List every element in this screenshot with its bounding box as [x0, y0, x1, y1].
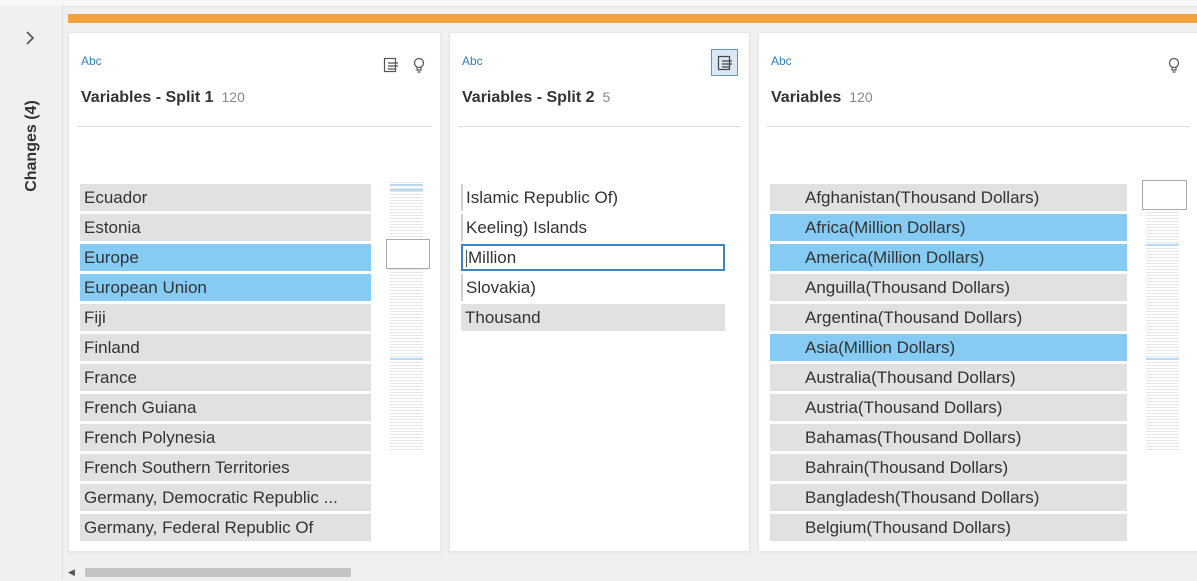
field-title[interactable]: Variables [771, 89, 841, 106]
value-row-selected[interactable]: Africa(Million Dollars) [770, 214, 1127, 241]
value-row[interactable]: Australia(Thousand Dollars) [770, 364, 1127, 391]
value-row[interactable]: Belgium(Thousand Dollars) [770, 514, 1127, 541]
header-divider [77, 126, 432, 127]
field-title[interactable]: Variables - Split 1 [81, 89, 214, 106]
recommendation-bulb-icon[interactable] [1162, 53, 1186, 77]
value-row[interactable]: Austria(Thousand Dollars) [770, 394, 1127, 421]
value-row[interactable]: Fiji [80, 304, 371, 331]
value-row[interactable]: Bahrain(Thousand Dollars) [770, 454, 1127, 481]
changes-panel-toggle[interactable]: Changes (4) [23, 100, 41, 192]
horizontal-scroll-thumb[interactable] [85, 568, 351, 577]
recommendation-bulb-icon[interactable] [407, 53, 431, 77]
split-icon-active[interactable] [711, 49, 738, 76]
header-divider [458, 126, 741, 127]
value-row-selected[interactable]: America(Million Dollars) [770, 244, 1127, 271]
distinct-count: 120 [849, 89, 873, 105]
minimap-selection-mark [1146, 244, 1179, 246]
value-row[interactable]: French Guiana [80, 394, 371, 421]
value-row[interactable]: Keeling) Islands [461, 214, 725, 241]
value-row[interactable]: France [80, 364, 371, 391]
minimap-selection-mark [390, 184, 423, 186]
value-row[interactable]: Islamic Republic Of) [461, 184, 725, 211]
distinct-count: 5 [602, 89, 611, 105]
minimap-selection-mark [390, 189, 423, 191]
step-accent-bar [68, 14, 1197, 23]
value-row[interactable]: Argentina(Thousand Dollars) [770, 304, 1127, 331]
value-minimap-scrollbar[interactable] [1142, 180, 1187, 452]
value-row[interactable]: Thousand [461, 304, 725, 331]
value-row[interactable]: Finland [80, 334, 371, 361]
minimap-thumb[interactable] [386, 239, 430, 269]
card-header: Variables 120 [771, 89, 873, 107]
value-row[interactable]: French Polynesia [80, 424, 371, 451]
card-header: Variables - Split 1 120 [81, 89, 245, 107]
minimap-selection-mark [390, 358, 423, 360]
value-row[interactable]: French Southern Territories [80, 454, 371, 481]
field-title[interactable]: Variables - Split 2 [462, 89, 595, 106]
minimap-thumb[interactable] [1142, 180, 1187, 210]
scroll-left-arrow-icon[interactable]: ◀ [68, 566, 75, 578]
value-row[interactable]: Ecuador [80, 184, 371, 211]
value-edit-text[interactable]: Million [468, 248, 516, 267]
value-minimap-scrollbar[interactable] [386, 182, 430, 452]
value-row[interactable]: Germany, Democratic Republic ... [80, 484, 371, 511]
value-row[interactable]: Estonia [80, 214, 371, 241]
value-edit-field[interactable]: Million [461, 244, 725, 271]
value-row[interactable]: Slovakia) [461, 274, 725, 301]
value-row-selected[interactable]: Asia(Million Dollars) [770, 334, 1127, 361]
data-type-tag[interactable]: Abc [771, 54, 792, 68]
value-row-selected[interactable]: Europe [80, 244, 371, 271]
horizontal-scrollbar[interactable]: ◀ [68, 566, 1197, 578]
chevron-right-icon[interactable] [20, 28, 40, 48]
value-row-selected[interactable]: European Union [80, 274, 371, 301]
changes-sidebar: Changes (4) [0, 6, 63, 579]
header-divider [767, 126, 1190, 127]
distinct-count: 120 [221, 89, 245, 105]
value-row[interactable]: Afghanistan(Thousand Dollars) [770, 184, 1127, 211]
value-list: Ecuador Estonia Europe European Union Fi… [80, 184, 371, 544]
profile-card-variables: Abc Variables 120 Afghanistan(Thousand Do… [758, 32, 1197, 552]
data-type-tag[interactable]: Abc [462, 54, 483, 68]
profile-card-split-2: Abc Variables - Split 2 5 Islamic Republi… [449, 32, 750, 552]
value-list: Islamic Republic Of) Keeling) Islands Mi… [461, 184, 725, 334]
split-icon[interactable] [379, 53, 403, 77]
value-row[interactable]: Germany, Federal Republic Of [80, 514, 371, 541]
value-row[interactable]: Anguilla(Thousand Dollars) [770, 274, 1127, 301]
data-type-tag[interactable]: Abc [81, 54, 102, 68]
value-row[interactable]: Bangladesh(Thousand Dollars) [770, 484, 1127, 511]
top-border [0, 0, 1197, 7]
profile-card-split-1: Abc Variables - Split 1 120 Ecuador Eston… [68, 32, 441, 552]
value-list: Afghanistan(Thousand Dollars) Africa(Mil… [770, 184, 1127, 544]
value-row[interactable]: Bahamas(Thousand Dollars) [770, 424, 1127, 451]
card-header: Variables - Split 2 5 [462, 89, 610, 107]
text-cursor [466, 250, 467, 268]
minimap-selection-mark [1146, 358, 1179, 360]
